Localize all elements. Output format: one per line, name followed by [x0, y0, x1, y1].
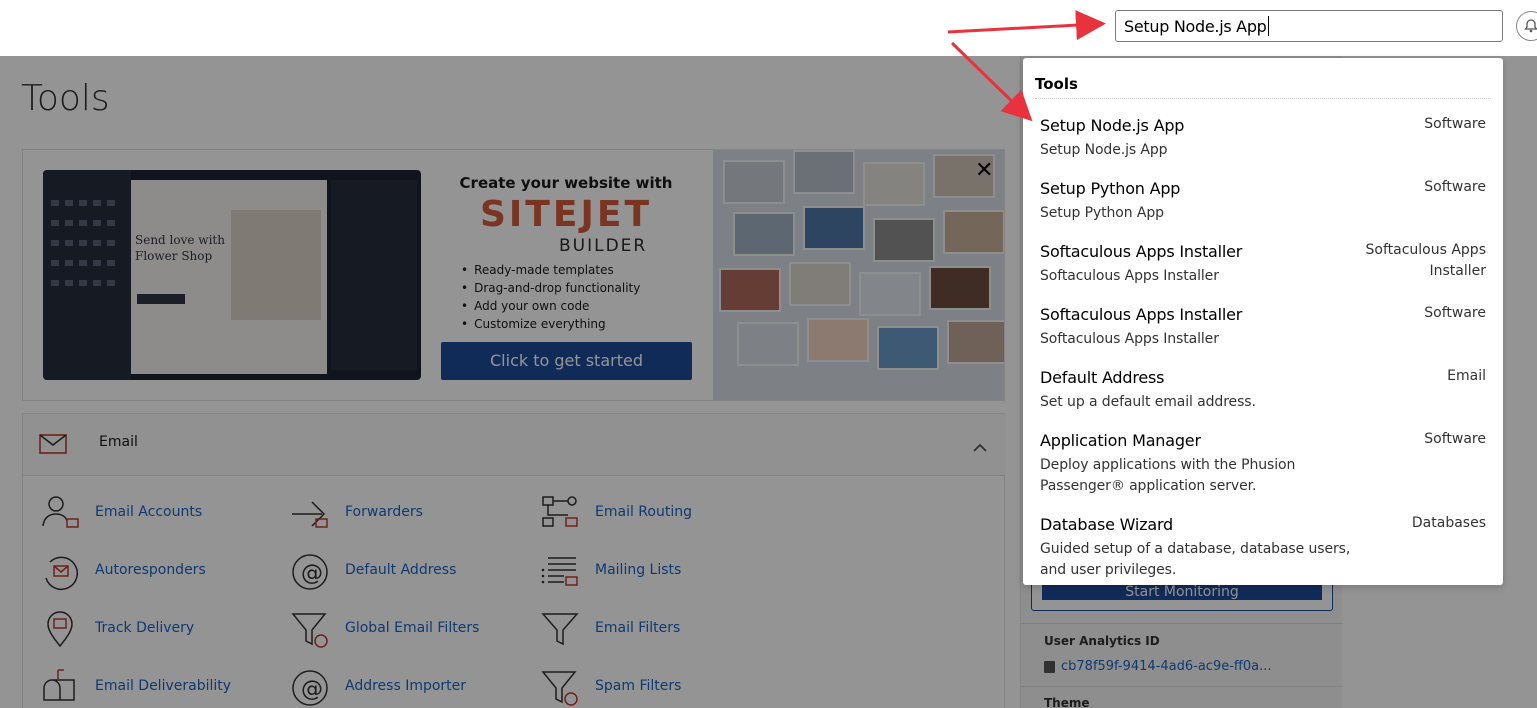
result-softaculous-installer[interactable]: Softaculous Apps Installer Softaculous A… [1023, 242, 1503, 302]
result-setup-python-app[interactable]: Setup Python App Setup Python App Softwa… [1023, 179, 1503, 239]
result-default-address[interactable]: Default Address Set up a default email a… [1023, 368, 1503, 428]
result-description: Setup Node.js App [1040, 142, 1168, 158]
result-description: Softaculous Apps Installer [1040, 331, 1219, 347]
divider [1035, 98, 1491, 99]
result-name: Database Wizard [1040, 515, 1174, 534]
result-description: Softaculous Apps Installer [1040, 268, 1219, 284]
dropdown-group-header: Tools [1035, 75, 1078, 93]
result-description: Setup Python App [1040, 205, 1164, 221]
search-input[interactable]: Setup Node.js App [1115, 10, 1503, 42]
result-category: Software [1424, 116, 1486, 132]
result-name: Softaculous Apps Installer [1040, 242, 1243, 261]
result-category: Software [1424, 179, 1486, 195]
result-category: Software [1424, 431, 1486, 447]
result-description: Guided setup of a database, database use… [1040, 541, 1351, 578]
result-application-manager[interactable]: Application Manager Deploy applications … [1023, 431, 1503, 511]
search-results-dropdown: Tools Setup Node.js App Setup Node.js Ap… [1023, 58, 1503, 585]
result-name: Default Address [1040, 368, 1165, 387]
result-category: Software [1424, 305, 1486, 321]
text-caret [1267, 16, 1269, 36]
result-softaculous-installer-software[interactable]: Softaculous Apps Installer Softaculous A… [1023, 305, 1503, 365]
result-name: Softaculous Apps Installer [1040, 305, 1243, 324]
search-input-value: Setup Node.js App [1124, 17, 1267, 36]
top-bar: Setup Node.js App [0, 0, 1537, 56]
result-name: Setup Node.js App [1040, 116, 1185, 135]
result-description: Deploy applications with the Phusion Pas… [1040, 457, 1296, 494]
result-description: Set up a default email address. [1040, 394, 1256, 410]
result-setup-nodejs-app[interactable]: Setup Node.js App Setup Node.js App Soft… [1023, 116, 1503, 176]
notifications-bell-icon[interactable] [1516, 11, 1537, 41]
result-name: Application Manager [1040, 431, 1201, 450]
result-category: Softaculous Apps Installer [1365, 242, 1487, 279]
result-name: Setup Python App [1040, 179, 1181, 198]
result-database-wizard[interactable]: Database Wizard Guided setup of a databa… [1023, 515, 1503, 585]
result-category: Email [1447, 368, 1486, 384]
result-category: Databases [1411, 515, 1486, 531]
